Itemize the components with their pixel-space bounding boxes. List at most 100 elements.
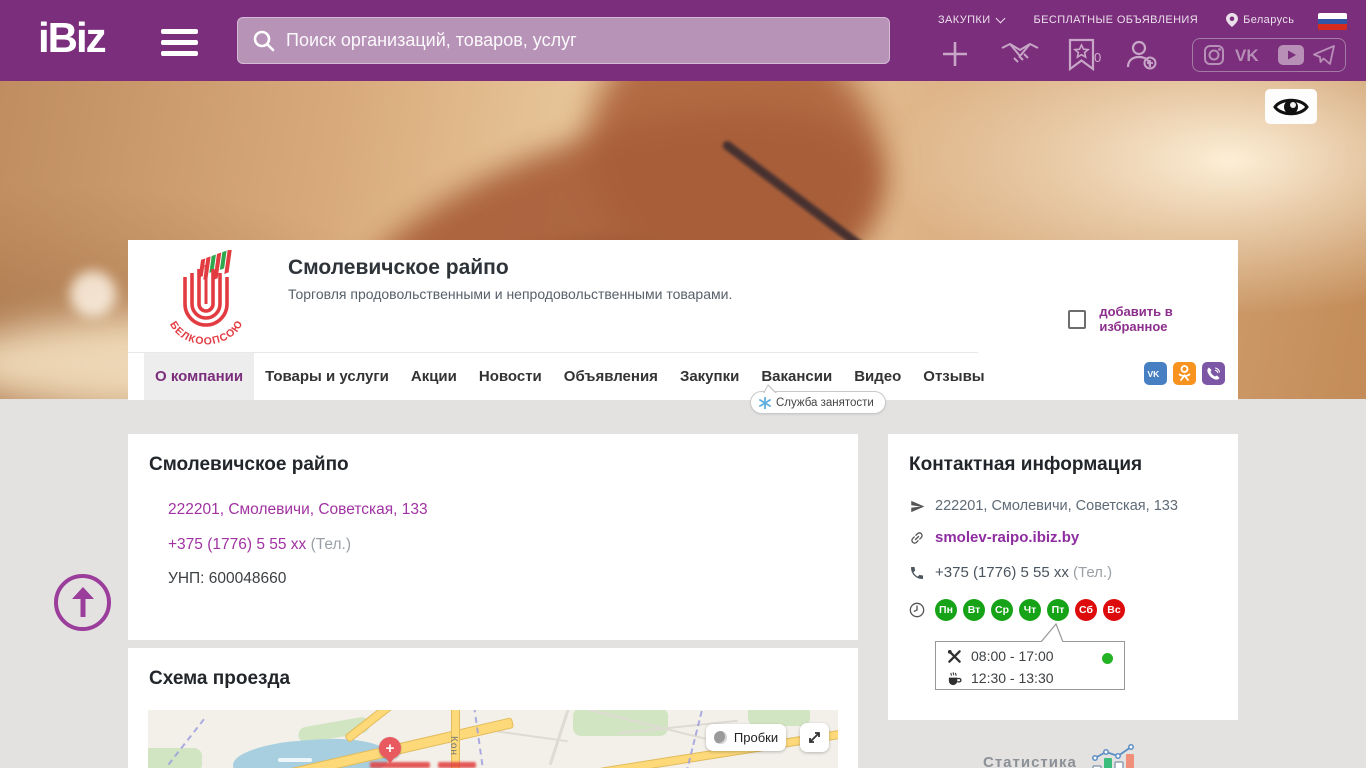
coffee-break-icon (948, 671, 961, 685)
link-icon (911, 531, 923, 544)
viber-icon[interactable] (1202, 362, 1225, 385)
map-lake-highlight (278, 758, 312, 762)
scroll-to-top-button[interactable] (54, 574, 111, 631)
contact-website-row: smolev-raipo.ibiz.by (908, 529, 1079, 546)
map-street-label: Кон (448, 736, 459, 756)
about-phone-link[interactable]: +375 (1776) 5 55 xx (168, 536, 306, 553)
about-card: Смолевичское райпо 222201, Смолевичи, Со… (128, 434, 858, 640)
map[interactable]: + Кон Пробки (148, 710, 838, 768)
day-badge-fri[interactable]: Пт (1047, 599, 1069, 621)
working-hours-tooltip: 08:00 - 17:00 12:30 - 13:30 (935, 641, 1125, 690)
day-badge-thu[interactable]: Чт (1019, 599, 1041, 621)
company-card: БЕЛКООПСОЮЗ Смолевичское райпо Торговля … (128, 240, 1238, 414)
odnoklassniki-icon[interactable] (1173, 362, 1196, 385)
company-social-links: VK (1144, 362, 1225, 385)
day-badge-sat[interactable]: Сб (1075, 599, 1097, 621)
search-icon (253, 30, 275, 51)
day-badge-sun[interactable]: Вс (1103, 599, 1125, 621)
contact-phone[interactable]: +375 (1776) 5 55 xx (935, 564, 1069, 581)
nav-zakupki[interactable]: ЗАКУПКИ (938, 13, 1005, 26)
tab-procurement[interactable]: Закупки (669, 353, 750, 400)
tab-news[interactable]: Новости (468, 353, 553, 400)
header-social-links: VK (1192, 38, 1346, 72)
nav-free-ads[interactable]: БЕСПЛАТНЫЕ ОБЪЯВЛЕНИЯ (1034, 14, 1199, 26)
tab-reviews[interactable]: Отзывы (912, 353, 995, 400)
top-header: iBiz ЗАКУПКИ БЕСПЛАТНЫЕ ОБЪЯВЛЕНИЯ Белар… (0, 0, 1366, 81)
day-badge-wed[interactable]: Ср (991, 599, 1013, 621)
navigation-arrow-icon (910, 500, 924, 512)
working-days-row: Пн Вт Ср Чт Пт Сб Вс (908, 599, 1131, 621)
language-flag-russia[interactable] (1318, 13, 1347, 30)
favorites-count: 0 (1094, 50, 1102, 65)
break-hours: 12:30 - 13:30 (971, 670, 1054, 686)
clock-icon (909, 602, 925, 618)
favorites-bookmark-icon[interactable] (1068, 38, 1095, 71)
company-description: Торговля продовольственными и непродовол… (288, 286, 733, 302)
youtube-icon[interactable] (1277, 45, 1304, 65)
work-hours: 08:00 - 17:00 (971, 648, 1054, 664)
day-badge-mon[interactable]: Пн (935, 599, 957, 621)
tab-ads[interactable]: Объявления (553, 353, 669, 400)
add-plus-icon[interactable] (941, 40, 969, 68)
about-phone-note: (Тел.) (310, 536, 352, 553)
location-selector[interactable]: Беларусь (1226, 13, 1294, 27)
traffic-button[interactable]: Пробки (706, 724, 786, 751)
chevron-down-icon (995, 13, 1005, 24)
views-eye-button[interactable] (1265, 89, 1317, 124)
map-card: Схема проезда + Кон Пробки (128, 648, 858, 768)
statistics-label: Статистика (983, 753, 1077, 768)
about-unp: УНП: 600048660 (168, 570, 287, 587)
up-arrow-icon (71, 586, 94, 617)
instagram-icon[interactable] (1203, 44, 1225, 66)
hero-bokeh (70, 271, 116, 317)
contact-title: Контактная информация (909, 454, 1143, 475)
contact-address-row: 222201, Смолевичи, Советская, 133 (908, 498, 1178, 514)
vk-icon[interactable]: VK (1234, 45, 1268, 65)
site-logo[interactable]: iBiz (38, 14, 107, 62)
search-bar (237, 17, 890, 64)
about-address-link[interactable]: 222201, Смолевичи, Советская, 133 (168, 501, 428, 519)
contact-website-link[interactable]: smolev-raipo.ibiz.by (935, 529, 1079, 546)
day-badge-tue[interactable]: Вт (963, 599, 985, 621)
favorite-checkbox[interactable] (1068, 309, 1087, 329)
tab-about[interactable]: О компании (144, 353, 255, 400)
tab-products[interactable]: Товары и услуги (254, 353, 400, 400)
hospital-marker-icon[interactable]: + (379, 737, 401, 764)
favorite-label: добавить в избранное (1099, 304, 1173, 334)
vk-glyph: VK (1148, 369, 1161, 379)
company-name: Смолевичское райпо (288, 256, 509, 279)
contact-card: Контактная информация 222201, Смолевичи,… (888, 434, 1238, 720)
handshake-icon[interactable] (1000, 42, 1040, 68)
hours-tooltip-pointer (1040, 622, 1064, 642)
vk-glyph: VK (1235, 46, 1259, 65)
map-boundary (473, 710, 485, 768)
map-expand-button[interactable] (800, 723, 829, 752)
add-to-favorites[interactable]: добавить в избранное (1068, 304, 1238, 334)
traffic-label: Пробки (733, 730, 779, 745)
user-add-icon[interactable] (1125, 39, 1157, 71)
map-title: Схема проезда (149, 668, 291, 689)
work-tools-icon (947, 649, 961, 663)
vacancies-tooltip: Служба занятости (750, 384, 886, 414)
company-logo: БЕЛКООПСОЮЗ (156, 250, 245, 345)
phone-icon (911, 566, 923, 579)
tab-promotions[interactable]: Акции (400, 353, 468, 400)
open-now-indicator (1102, 653, 1113, 664)
contact-phone-row: +375 (1776) 5 55 xx (Тел.) (908, 564, 1112, 581)
eye-icon (1273, 98, 1309, 115)
map-red-label (438, 762, 476, 768)
nav-zakupki-label: ЗАКУПКИ (938, 14, 991, 26)
location-pin-icon (1226, 13, 1239, 27)
contact-phone-note: (Тел.) (1073, 564, 1113, 581)
hamburger-menu-icon[interactable] (161, 29, 198, 56)
map-red-label (370, 762, 430, 768)
map-green-area (148, 748, 202, 768)
statistics-section[interactable]: Статистика (983, 744, 1139, 768)
search-input[interactable] (276, 18, 889, 63)
vacancies-tooltip-label: Служба занятости (776, 396, 874, 409)
about-title: Смолевичское райпо (149, 454, 349, 475)
location-label: Беларусь (1243, 14, 1295, 26)
telegram-icon[interactable] (1313, 45, 1336, 65)
vk-icon[interactable]: VK (1144, 362, 1167, 385)
traffic-icon (713, 731, 727, 744)
